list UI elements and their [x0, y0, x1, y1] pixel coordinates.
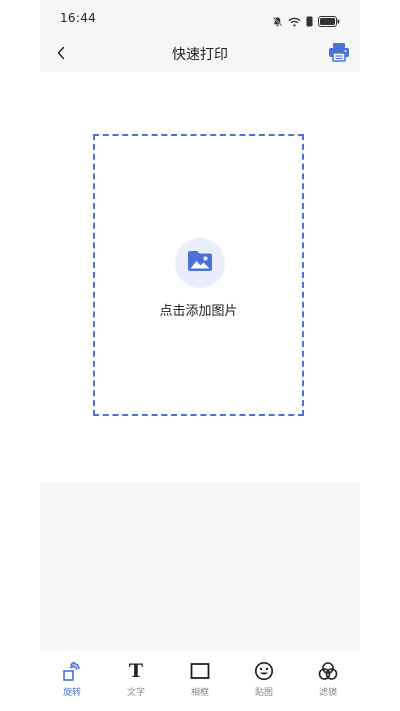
print-canvas: 点击添加图片 [40, 72, 360, 482]
print-button[interactable] [326, 41, 352, 67]
frame-icon [189, 660, 211, 682]
image-icon [187, 250, 213, 276]
nav-bar: 快速打印 [40, 36, 360, 72]
edit-toolbar: 旋转 T 文字 相框 贴图 滤镜 [40, 650, 360, 711]
tool-filter-label: 滤镜 [318, 688, 337, 698]
tool-sticker-label: 贴图 [254, 688, 273, 698]
wifi-icon [288, 12, 301, 31]
status-icons [272, 12, 340, 31]
text-icon: T [128, 660, 144, 682]
status-time: 16:44 [60, 11, 97, 25]
tool-frame[interactable]: 相框 [175, 660, 225, 698]
tool-rotate-label: 旋转 [62, 688, 81, 698]
printer-icon [328, 42, 350, 66]
rotate-icon [61, 660, 83, 682]
add-image-label: 点击添加图片 [159, 304, 238, 319]
tool-filter[interactable]: 滤镜 [303, 660, 353, 698]
battery-icon [318, 12, 340, 31]
add-image-area[interactable]: 点击添加图片 [93, 134, 304, 416]
add-image-icon-circle [175, 238, 225, 288]
tool-sticker[interactable]: 贴图 [239, 660, 289, 698]
options-panel [40, 482, 360, 650]
tool-text[interactable]: T 文字 [111, 660, 161, 698]
signal-icon [306, 12, 313, 31]
tool-text-label: 文字 [126, 688, 145, 698]
page-title: 快速打印 [172, 47, 228, 63]
phone-screen: 16:44 快速打印 点击添加图片 旋转 T 文字 相框 贴图 滤镜 [40, 0, 360, 711]
status-bar: 16:44 [40, 0, 360, 36]
tool-frame-label: 相框 [190, 688, 209, 698]
sticker-icon [253, 660, 275, 682]
bell-muted-icon [272, 12, 283, 31]
tool-rotate[interactable]: 旋转 [47, 660, 97, 698]
filter-icon [317, 660, 339, 682]
